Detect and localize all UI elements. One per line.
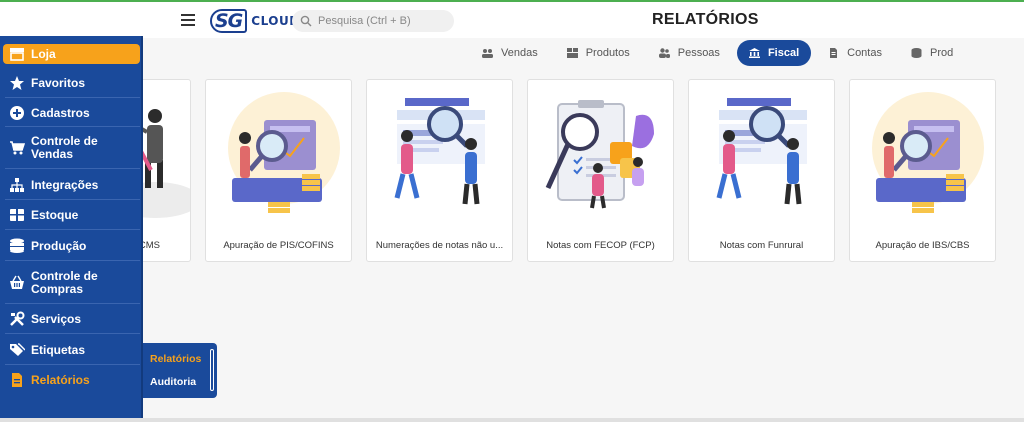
sidebar-item-estoque[interactable]: Estoque — [3, 204, 140, 226]
sidebar-item-label: Controle de Compras — [31, 269, 98, 296]
tab-pessoas[interactable]: Pessoas — [647, 40, 732, 66]
report-card-funrural[interactable]: Notas com Funrural — [688, 79, 835, 262]
sidebar-item-etiquetas[interactable]: Etiquetas — [3, 339, 140, 361]
report-card-label: Apuração de IBS/CBS — [875, 240, 970, 251]
sidebar-divider — [5, 364, 140, 365]
sidebar-item-label: Etiquetas — [31, 342, 86, 357]
sidebar-item-label: Controle de Vendas — [31, 134, 98, 161]
cart-icon — [10, 141, 25, 155]
laptop-search-illustration — [228, 92, 340, 213]
sidebar-item-servicos[interactable]: Serviços — [3, 308, 140, 330]
sidebar-item-controle-de-vendas[interactable]: Controle de Vendas — [3, 131, 140, 165]
report-card-label: Apuração de PIS/COFINS — [223, 240, 334, 251]
sidebar-item-cadastros[interactable]: Cadastros — [3, 102, 140, 124]
search-icon — [300, 15, 312, 27]
report-icon — [12, 373, 22, 387]
basket-icon — [10, 275, 24, 289]
sidebar-divider — [5, 260, 140, 261]
file-icon — [830, 48, 838, 58]
tab-label: Produtos — [585, 47, 630, 59]
sidebar-item-label: Cadastros — [31, 105, 90, 120]
report-card-pis-cofins[interactable]: Apuração de PIS/COFINS — [205, 79, 352, 262]
sidebar-item-label: Favoritos — [31, 75, 86, 90]
store-icon — [10, 48, 24, 61]
sidebar-item-label: Loja — [31, 46, 56, 61]
sidebar-divider — [5, 333, 140, 334]
tab-label: Contas — [847, 47, 882, 59]
report-card-fecop[interactable]: Notas com FECOP (FCP) — [527, 79, 674, 262]
bank-icon — [748, 48, 760, 58]
tab-label: Prod — [929, 47, 954, 59]
sidebar-item-loja[interactable]: Loja — [3, 44, 140, 64]
sidebar-item-relatorios[interactable]: Relatórios — [3, 369, 140, 391]
search-box[interactable] — [292, 10, 454, 32]
boxes-icon — [566, 48, 578, 58]
top-header: SG CLOUD RELATÓRIOS — [0, 0, 1024, 38]
plus-circle-icon — [10, 106, 24, 120]
sidebar-item-producao[interactable]: Produção — [3, 235, 140, 257]
sidebar-item-label: Estoque — [31, 207, 79, 222]
sidebar-divider — [5, 199, 140, 200]
tools-icon — [10, 311, 25, 326]
page-title: RELATÓRIOS — [652, 11, 759, 28]
sidebar-item-label: Produção — [31, 238, 87, 253]
sidebar-item-label: Serviços — [31, 311, 82, 326]
logo-sg-text: SG — [210, 9, 248, 33]
tab-prod[interactable]: Prod — [899, 40, 965, 66]
tab-produtos[interactable]: Produtos — [555, 40, 642, 66]
bottom-border — [0, 418, 1024, 422]
tags-icon — [10, 343, 25, 356]
team-search-illustration — [716, 98, 807, 205]
sidebar-item-label: Relatórios — [31, 372, 90, 387]
tab-label: Vendas — [501, 47, 538, 59]
report-card-label: Notas com Funrural — [719, 240, 804, 251]
sidebar-divider — [5, 126, 140, 127]
sidebar-divider — [5, 97, 140, 98]
sidebar-item-favoritos[interactable]: Favoritos — [3, 72, 140, 94]
sidebar-divider — [5, 168, 140, 169]
sidebar-item-label: Integrações — [31, 177, 99, 192]
network-icon — [10, 178, 24, 192]
sidebar-item-controle-de-compras[interactable]: Controle de Compras — [3, 265, 140, 301]
report-card-ibs-cbs[interactable]: Apuração de IBS/CBS — [849, 79, 996, 262]
search-input[interactable] — [318, 15, 448, 27]
hamburger-menu-icon[interactable] — [181, 14, 195, 26]
report-cards-grid: CMS Apuração de PIS/COFINS Numerações de… — [44, 79, 1010, 262]
tab-contas[interactable]: Contas — [816, 40, 894, 66]
relatorios-submenu: Relatórios Auditoria — [143, 343, 217, 398]
database-icon — [10, 238, 24, 253]
laptop-search-illustration — [872, 92, 984, 213]
tab-vendas[interactable]: Vendas — [470, 40, 550, 66]
people-group-icon — [482, 49, 493, 58]
submenu-item-auditoria[interactable]: Auditoria — [150, 376, 196, 388]
report-card-numeracoes[interactable]: Numerações de notas não u... — [366, 79, 513, 262]
tab-label: Pessoas — [677, 47, 720, 59]
users-icon — [658, 48, 670, 58]
sg-cloud-logo[interactable]: SG CLOUD — [210, 8, 300, 34]
team-search-illustration — [394, 98, 485, 205]
report-category-tabs: Vendas Produtos Pessoas Fiscal Contas Pr… — [470, 40, 970, 66]
sidebar-item-integracoes[interactable]: Integrações — [3, 174, 140, 196]
star-icon — [10, 76, 24, 90]
report-card-label: Notas com FECOP (FCP) — [546, 240, 655, 251]
tab-label: Fiscal — [767, 47, 800, 59]
submenu-scrollbar[interactable] — [210, 349, 214, 391]
sidebar-divider — [5, 229, 140, 230]
clipboard-search-illustration — [545, 100, 654, 209]
submenu-item-relatorios[interactable]: Relatórios — [150, 353, 201, 365]
sidebar-menu: Loja Favoritos Cadastros Controle de Ven… — [0, 36, 143, 422]
tab-fiscal[interactable]: Fiscal — [736, 40, 812, 66]
report-card-label: Numerações de notas não u... — [375, 240, 504, 251]
warehouse-icon — [10, 209, 24, 221]
sidebar-divider — [5, 303, 140, 304]
database-icon — [911, 48, 922, 58]
